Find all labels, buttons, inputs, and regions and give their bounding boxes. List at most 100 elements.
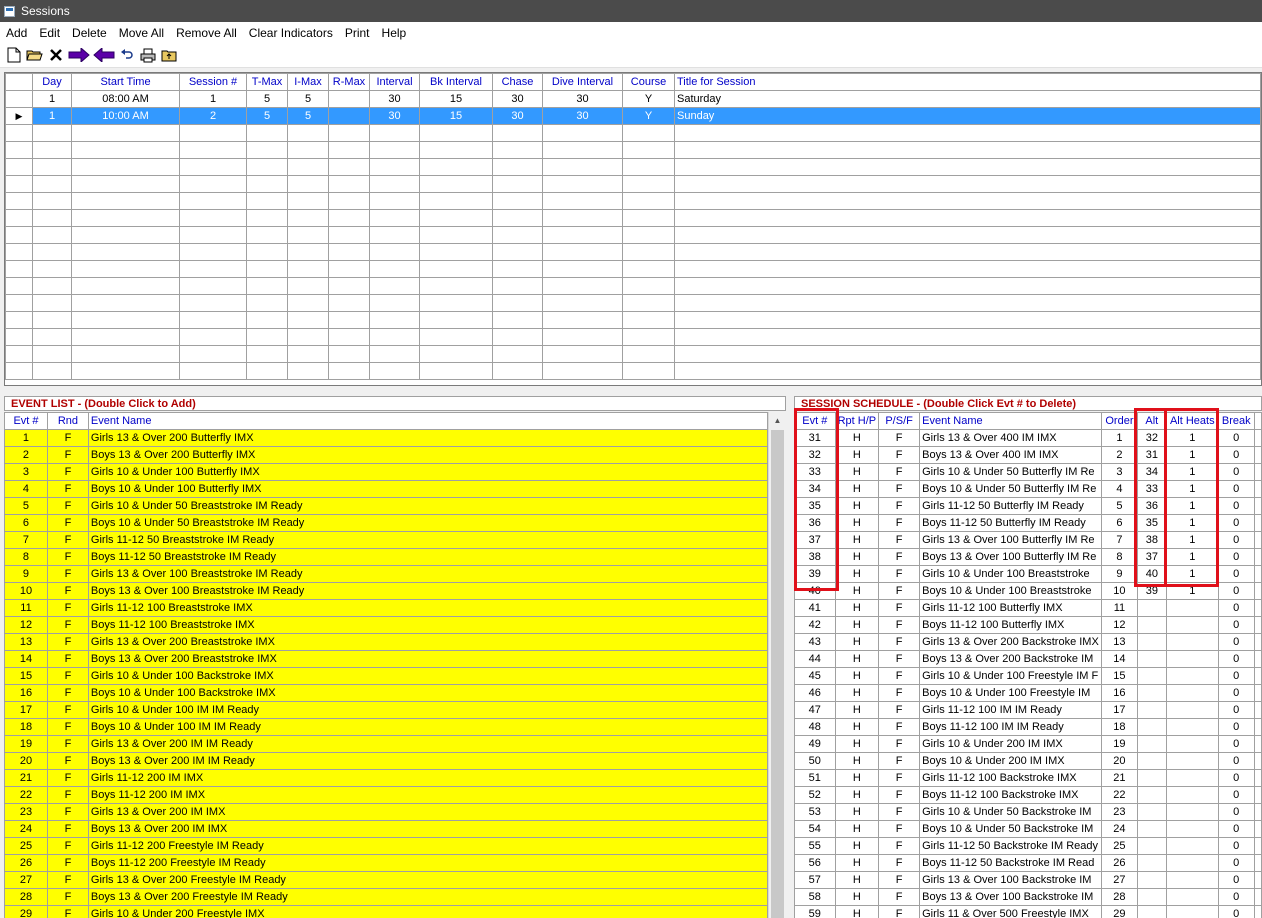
- rpt-hp[interactable]: H: [834, 446, 880, 464]
- psf[interactable]: F: [878, 548, 921, 566]
- print-button[interactable]: [138, 46, 157, 65]
- sched-event-name[interactable]: Girls 13 & Over 100 Backstroke IM: [919, 871, 1102, 889]
- cell-session-number[interactable]: 2: [179, 107, 247, 125]
- break[interactable]: 0: [1217, 905, 1255, 918]
- cell-bk-interval[interactable]: 15: [419, 107, 493, 125]
- empty-cell[interactable]: [492, 192, 543, 210]
- col-start-time[interactable]: Start Time: [71, 73, 180, 91]
- event-round[interactable]: F: [46, 684, 89, 702]
- empty-cell[interactable]: [674, 260, 1261, 278]
- empty-cell[interactable]: [419, 158, 493, 176]
- event-list-row[interactable]: 9 F Girls 13 & Over 100 Breaststroke IM Re…: [4, 565, 768, 583]
- event-list-row[interactable]: 6 F Boys 10 & Under 50 Breaststroke IM Rea…: [4, 514, 768, 532]
- cell-t-max[interactable]: 5: [246, 107, 288, 125]
- psf[interactable]: F: [878, 514, 921, 532]
- sched-evt-number[interactable]: 45: [794, 667, 836, 685]
- empty-cell[interactable]: [32, 260, 72, 278]
- col-session-number[interactable]: Session #: [179, 73, 247, 91]
- cell-chase[interactable]: 30: [492, 90, 543, 108]
- sched-event-name[interactable]: Boys 10 & Under 50 Butterfly IM Re: [919, 480, 1102, 498]
- empty-cell[interactable]: [71, 124, 180, 142]
- psf[interactable]: F: [878, 531, 921, 549]
- alt-heats[interactable]: 1: [1165, 514, 1219, 532]
- empty-cell[interactable]: [328, 124, 370, 142]
- empty-cell[interactable]: [32, 345, 72, 363]
- order[interactable]: 4: [1100, 480, 1139, 498]
- empty-cell[interactable]: [369, 345, 420, 363]
- event-name[interactable]: Girls 10 & Under 50 Breaststroke IM Read…: [87, 497, 768, 515]
- empty-cell[interactable]: [542, 243, 623, 261]
- event-round[interactable]: F: [46, 497, 89, 515]
- psf[interactable]: F: [878, 905, 921, 918]
- empty-cell[interactable]: [328, 345, 370, 363]
- event-round[interactable]: F: [46, 582, 89, 600]
- sched-evt-number[interactable]: 52: [794, 786, 836, 804]
- break[interactable]: 0: [1217, 514, 1255, 532]
- break[interactable]: 0: [1217, 650, 1255, 668]
- cell-dive-interval[interactable]: 30: [542, 90, 623, 108]
- empty-cell[interactable]: [622, 124, 675, 142]
- menu-clear-indicators[interactable]: Clear Indicators: [243, 26, 339, 40]
- alt-heats[interactable]: [1165, 684, 1219, 702]
- order[interactable]: 18: [1100, 718, 1139, 736]
- empty-cell[interactable]: [622, 209, 675, 227]
- order[interactable]: 27: [1100, 871, 1139, 889]
- event-round[interactable]: F: [46, 769, 89, 787]
- rpt-hp[interactable]: H: [834, 803, 880, 821]
- event-list-row[interactable]: 10 F Boys 13 & Over 100 Breaststroke IM Re…: [4, 582, 768, 600]
- break[interactable]: 0: [1217, 616, 1255, 634]
- sched-event-name[interactable]: Boys 10 & Under 50 Backstroke IM: [919, 820, 1102, 838]
- session-schedule-grid[interactable]: Evt # Rpt H/P P/S/F Event Name Order Alt…: [794, 412, 1262, 918]
- event-number[interactable]: 29: [4, 905, 48, 918]
- event-list-row[interactable]: 24 F Boys 13 & Over 200 IM IMX: [4, 820, 768, 838]
- schedule-row[interactable]: 38 H F Boys 13 & Over 100 Butterfly IM Re 8 3…: [794, 548, 1262, 566]
- alt[interactable]: [1137, 905, 1167, 918]
- event-round[interactable]: F: [46, 667, 89, 685]
- sched-evt-number[interactable]: 46: [794, 684, 836, 702]
- order[interactable]: 26: [1100, 854, 1139, 872]
- sched-event-name[interactable]: Girls 11-12 100 Butterfly IMX: [919, 599, 1102, 617]
- empty-cell[interactable]: [246, 362, 288, 380]
- empty-cell[interactable]: [71, 192, 180, 210]
- sched-event-name[interactable]: Girls 10 & Under 100 Freestyle IM F: [919, 667, 1102, 685]
- break[interactable]: 0: [1217, 565, 1255, 583]
- rpt-hp[interactable]: H: [834, 905, 880, 918]
- event-number[interactable]: 20: [4, 752, 48, 770]
- alt[interactable]: [1137, 854, 1167, 872]
- empty-cell[interactable]: [71, 362, 180, 380]
- psf[interactable]: F: [878, 786, 921, 804]
- empty-cell[interactable]: [32, 175, 72, 193]
- event-name[interactable]: Girls 11-12 200 IM IMX: [87, 769, 768, 787]
- alt-heats[interactable]: [1165, 650, 1219, 668]
- empty-cell[interactable]: [287, 243, 329, 261]
- empty-cell[interactable]: [674, 141, 1261, 159]
- empty-cell[interactable]: [674, 311, 1261, 329]
- event-list-row[interactable]: 27 F Girls 13 & Over 200 Freestyle IM Read…: [4, 871, 768, 889]
- event-number[interactable]: 13: [4, 633, 48, 651]
- schedule-row[interactable]: 37 H F Girls 13 & Over 100 Butterfly IM Re 7…: [794, 531, 1262, 549]
- order[interactable]: 7: [1100, 531, 1139, 549]
- psf[interactable]: F: [878, 803, 921, 821]
- empty-cell[interactable]: [71, 175, 180, 193]
- event-name[interactable]: Boys 10 & Under 100 Backstroke IMX: [87, 684, 768, 702]
- event-list-row[interactable]: 13 F Girls 13 & Over 200 Breaststroke IMX: [4, 633, 768, 651]
- sched-evt-number[interactable]: 37: [794, 531, 836, 549]
- alt-heats[interactable]: [1165, 871, 1219, 889]
- order[interactable]: 20: [1100, 752, 1139, 770]
- empty-cell[interactable]: [287, 141, 329, 159]
- alt-heats[interactable]: 1: [1165, 446, 1219, 464]
- event-number[interactable]: 8: [4, 548, 48, 566]
- empty-cell[interactable]: [246, 260, 288, 278]
- sched-evt-number[interactable]: 34: [794, 480, 836, 498]
- psf[interactable]: F: [878, 871, 921, 889]
- event-number[interactable]: 19: [4, 735, 48, 753]
- empty-cell[interactable]: [287, 277, 329, 295]
- sched-event-name[interactable]: Boys 11-12 100 Butterfly IMX: [919, 616, 1102, 634]
- event-list-row[interactable]: 15 F Girls 10 & Under 100 Backstroke IMX: [4, 667, 768, 685]
- event-list-row[interactable]: 23 F Girls 13 & Over 200 IM IMX: [4, 803, 768, 821]
- alt[interactable]: [1137, 599, 1167, 617]
- empty-cell[interactable]: [246, 345, 288, 363]
- order[interactable]: 21: [1100, 769, 1139, 787]
- empty-cell[interactable]: [542, 277, 623, 295]
- event-list-row[interactable]: 1 F Girls 13 & Over 200 Butterfly IMX: [4, 429, 768, 447]
